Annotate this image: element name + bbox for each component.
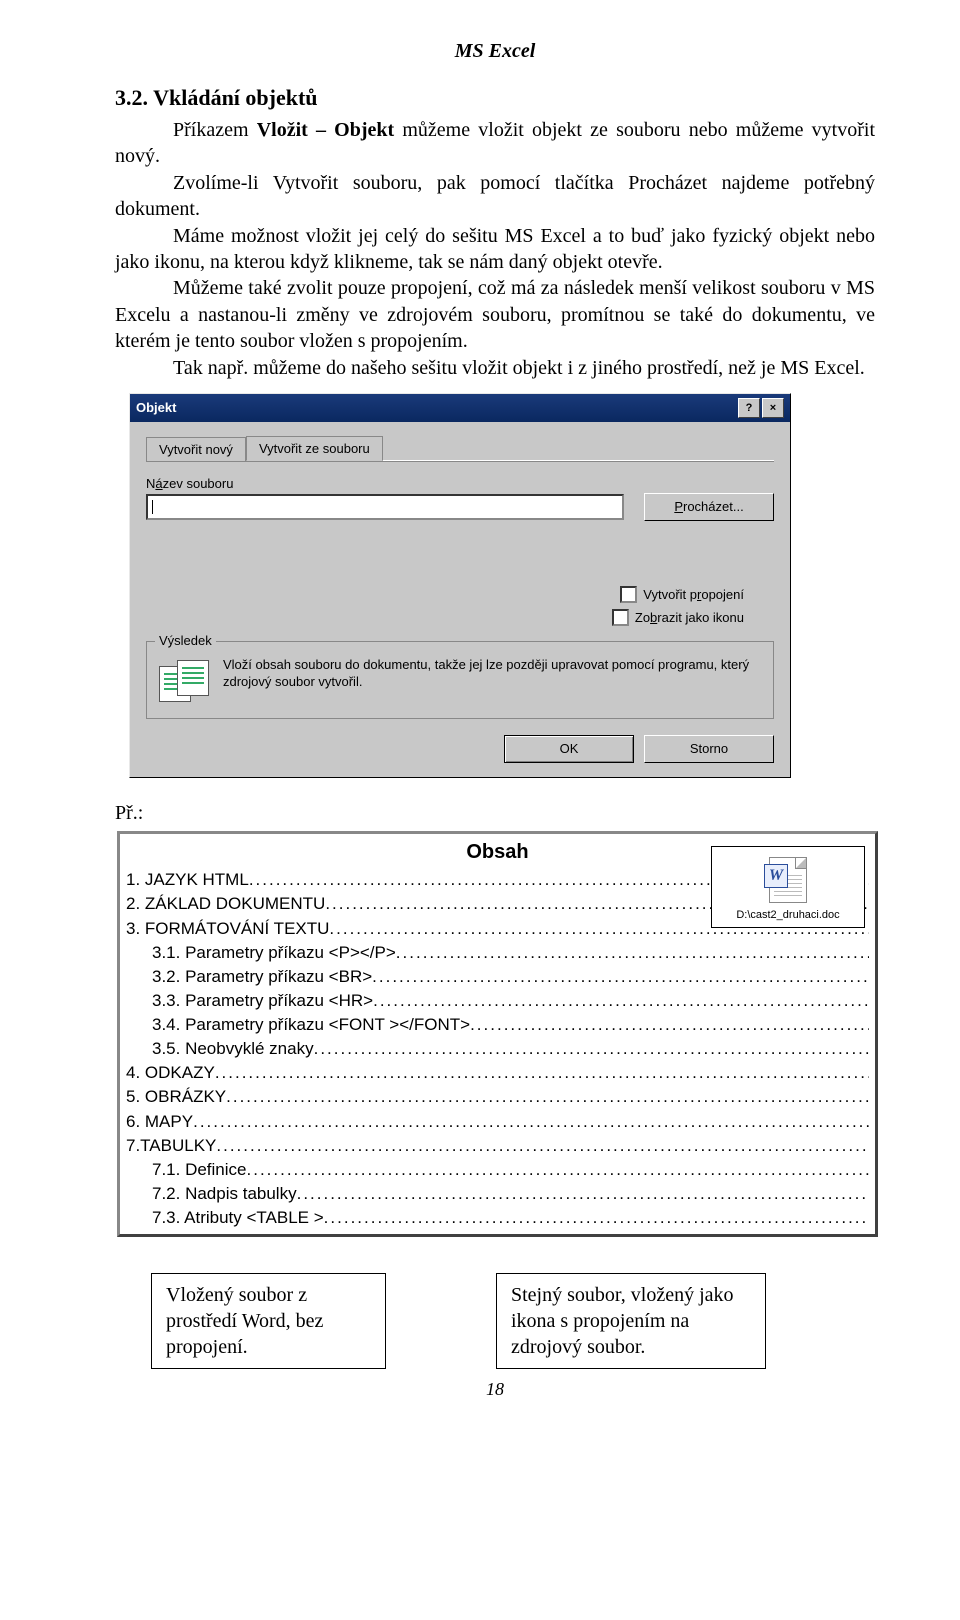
dialog-titlebar: Objekt ? × (130, 394, 790, 422)
tab-create-new[interactable]: Vytvořit nový (146, 437, 246, 462)
result-legend: Výsledek (155, 633, 216, 648)
page-header: MS Excel (115, 40, 875, 63)
toc-line: 5. OBRÁZKY..............................… (126, 1085, 869, 1109)
body-text: Příkazem Vložit – Objekt můžeme vložit o… (115, 117, 875, 381)
result-text: Vloží obsah souboru do dokumentu, takže … (223, 656, 761, 691)
icon-checkbox[interactable] (612, 609, 629, 626)
filename-label: Název souboru (146, 476, 774, 491)
close-button[interactable]: × (762, 398, 784, 418)
ok-button[interactable]: OK (504, 735, 634, 763)
icon-label: Zobrazit jako ikonu (635, 610, 744, 625)
section-title: 3.2. Vkládání objektů (115, 85, 875, 111)
link-label: Vytvořit propojení (643, 587, 744, 602)
page-number: 18 (115, 1379, 875, 1400)
help-button[interactable]: ? (738, 398, 760, 418)
result-fieldset: Výsledek Vloží obsah souboru do dokument… (146, 641, 774, 719)
embedded-sheet: Obsah 1. JAZYK HTML.....................… (117, 831, 878, 1237)
toc-line: 3.2. Parametry příkazu <BR>.............… (126, 965, 869, 989)
linked-file-icon[interactable]: W D:\cast2_druhaci.doc (711, 846, 865, 928)
word-file-icon: W (769, 857, 807, 903)
toc-line: 3.4. Parametry příkazu <FONT ></FONT>...… (126, 1013, 869, 1037)
toc-line: 7.4. Atributy řádku.....................… (126, 1230, 869, 1237)
link-checkbox[interactable] (620, 586, 637, 603)
cancel-button[interactable]: Storno (644, 735, 774, 763)
filename-input[interactable] (146, 494, 624, 520)
toc-line: 4. ODKAZY...............................… (126, 1061, 869, 1085)
callout-left: Vložený soubor z prostředí Word, bez pro… (151, 1273, 386, 1369)
result-icon (159, 660, 209, 704)
dialog-title: Objekt (136, 400, 736, 415)
toc-line: 3.5. Neobvyklé znaky....................… (126, 1037, 869, 1061)
toc-line: 3.1. Parametry příkazu <P></P>..........… (126, 941, 869, 965)
tab-create-from-file[interactable]: Vytvořit ze souboru (246, 436, 383, 461)
toc-line: 7.1. Definice...........................… (126, 1158, 869, 1182)
linked-file-caption: D:\cast2_druhaci.doc (718, 909, 858, 921)
browse-button[interactable]: Procházet... (644, 493, 774, 521)
toc-line: 7.TABULKY...............................… (126, 1134, 869, 1158)
callout-right: Stejný soubor, vložený jako ikona s prop… (496, 1273, 766, 1369)
object-dialog: Objekt ? × Vytvořit nový Vytvořit ze sou… (129, 393, 791, 778)
dialog-tabs: Vytvořit nový Vytvořit ze souboru (146, 436, 774, 461)
toc-line: 7.3. Atributy <TABLE >..................… (126, 1206, 869, 1230)
example-label: Př.: (115, 802, 875, 825)
toc-line: 7.2. Nadpis tabulky.....................… (126, 1182, 869, 1206)
toc-line: 3.3. Parametry příkazu <HR>.............… (126, 989, 869, 1013)
toc-line: 6. MAPY.................................… (126, 1110, 869, 1134)
